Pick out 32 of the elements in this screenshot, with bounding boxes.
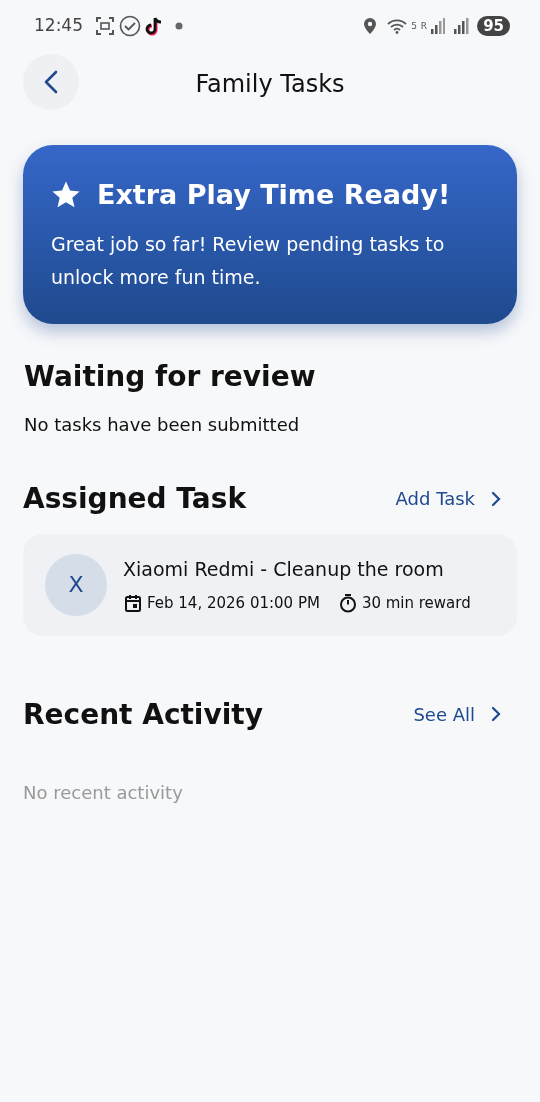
task-reward: 30 min reward <box>361 592 471 614</box>
roaming-label: R <box>420 21 428 31</box>
battery-indicator: 95 <box>477 16 510 36</box>
network-type-label: 5 <box>411 21 417 31</box>
calendar-icon <box>123 592 143 613</box>
signal-icon <box>431 18 446 34</box>
dot-icon <box>175 22 183 30</box>
section-heading: Waiting for review <box>24 359 317 394</box>
link-button[interactable]: Add Task <box>395 485 501 513</box>
signal-icon <box>453 18 470 34</box>
task-card[interactable]: X Xiaomi Redmi - Cleanup the room Feb 14, 2026 01:00 PM 30 min reward <box>23 533 517 636</box>
wifi-icon <box>387 18 408 34</box>
chevron-right-icon <box>491 706 501 723</box>
empty-message: No recent activity <box>23 781 184 806</box>
task-due-date: Feb 14, 2026 01:00 PM <box>147 592 320 614</box>
back-icon <box>44 70 58 94</box>
music-note-icon <box>145 16 163 36</box>
check-circle-icon <box>119 15 141 37</box>
banner-message: Great job so far! Review pending tasks to unlock more fun time. <box>51 231 446 290</box>
avatar: X <box>45 553 107 616</box>
location-pin-icon <box>363 17 378 35</box>
section-heading: Recent Activity <box>23 697 263 732</box>
section-heading: Assigned Task <box>23 482 247 516</box>
empty-message: No tasks have been submitted <box>24 413 301 438</box>
link-button[interactable]: See All <box>413 701 501 728</box>
status-time: 12:45 <box>34 14 83 38</box>
banner-title: Extra Play Time Ready! <box>97 178 451 212</box>
chevron-right-icon <box>491 490 501 507</box>
screenshot-icon <box>95 16 115 36</box>
page-title: Family Tasks <box>195 69 345 100</box>
task-title: Xiaomi Redmi - Cleanup the room <box>123 557 445 583</box>
stopwatch-icon <box>337 592 358 613</box>
